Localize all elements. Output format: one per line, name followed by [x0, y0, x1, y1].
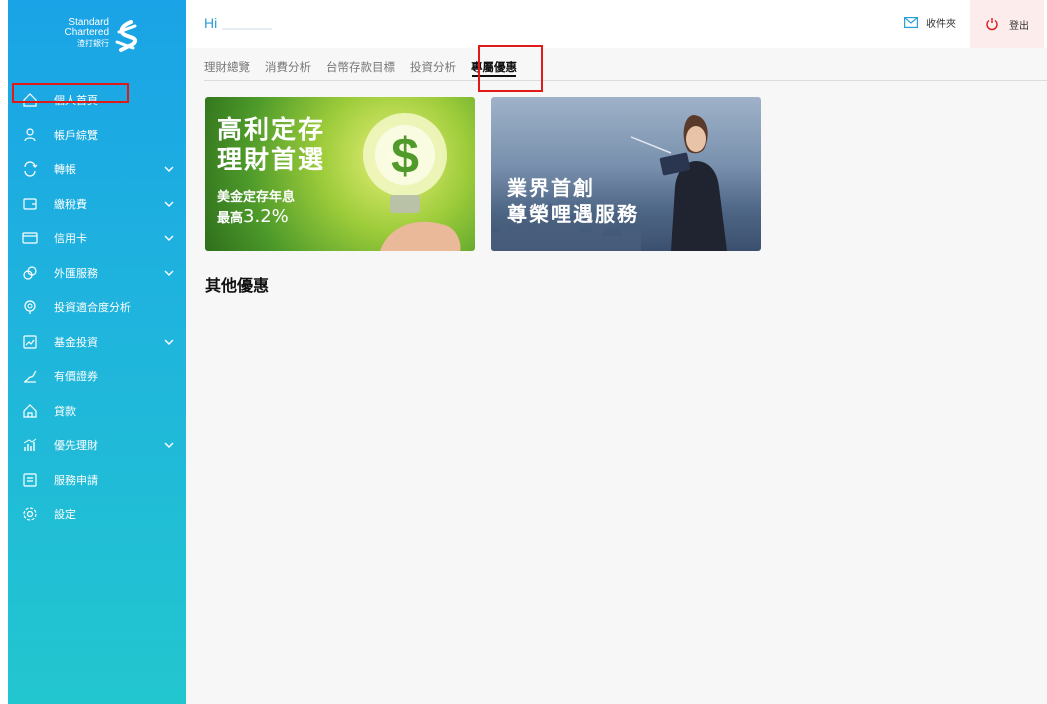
logout-button[interactable]: 登出 — [970, 0, 1044, 48]
transfer-icon — [24, 161, 38, 177]
mail-icon — [904, 17, 918, 28]
spokesperson-image — [631, 115, 727, 251]
sidebar-item-label: 帳戶綜覽 — [54, 128, 98, 142]
sidebar-item-credit-card[interactable]: 信用卡 — [8, 221, 186, 256]
banner1-title-line2: 理財首選 — [217, 145, 326, 174]
sidebar-item-label: 貸款 — [54, 404, 76, 418]
lightbulb-icon: $ — [363, 113, 461, 251]
fx-icon — [23, 265, 37, 280]
banner2-title-line2: 尊榮哩遇服務 — [507, 202, 639, 226]
sidebar-item-label: 有價證券 — [54, 370, 98, 384]
sidebar-item-bills[interactable]: 繳稅費 — [8, 187, 186, 222]
logo-line2: Chartered — [64, 27, 109, 38]
sidebar-item-label: 基金投資 — [54, 335, 98, 349]
logout-label: 登出 — [1009, 20, 1029, 32]
sidebar-item-accounts[interactable]: 帳戶綜覽 — [8, 118, 186, 153]
sidebar-nav: 個人首頁 帳戶綜覽 轉帳 繳稅費 信用卡 外匯服務 投資適合度分析 基金投資 有… — [8, 83, 186, 532]
fund-icon — [23, 334, 37, 349]
settings-icon — [23, 507, 37, 521]
sidebar-item-transfer[interactable]: 轉帳 — [8, 152, 186, 187]
sidebar-item-service[interactable]: 服務申請 — [8, 463, 186, 498]
banner1-rate-value: 3.2% — [243, 206, 289, 227]
service-icon — [23, 472, 37, 487]
greeting: Hi — [204, 15, 218, 31]
banner2-title-line1: 業界首創 — [507, 176, 595, 200]
chevron-down-icon[interactable] — [164, 338, 174, 346]
banner1-title: 高利定存 理財首選 — [217, 115, 325, 175]
other-offers-heading: 其他優惠 — [205, 276, 270, 295]
priority-icon — [23, 438, 37, 451]
sidebar-item-securities[interactable]: 有價證券 — [8, 359, 186, 394]
sidebar-item-priority[interactable]: 優先理財 — [8, 428, 186, 463]
offer-banner-time-deposit[interactable]: $ 高利定存 理財首選 美金定存年息 最高3.2% — [205, 97, 475, 251]
chevron-down-icon[interactable] — [164, 269, 174, 277]
sidebar-item-label: 設定 — [54, 508, 76, 522]
tabs-divider — [204, 80, 1047, 81]
power-icon — [986, 18, 998, 31]
loan-icon — [23, 403, 37, 418]
sidebar-item-fx[interactable]: 外匯服務 — [8, 256, 186, 291]
inbox-button[interactable]: 收件夾 — [904, 15, 956, 30]
sidebar-item-label: 服務申請 — [54, 473, 98, 487]
banner1-rate: 最高3.2% — [217, 207, 289, 229]
sidebar-item-label: 外匯服務 — [54, 266, 98, 280]
chevron-down-icon[interactable] — [164, 441, 174, 449]
sidebar-item-loans[interactable]: 貸款 — [8, 394, 186, 429]
bank-logo[interactable]: Standard Chartered 渣打銀行 — [53, 18, 153, 60]
home-highlight-box — [12, 83, 129, 103]
svg-text:$: $ — [391, 128, 419, 184]
sidebar-item-label: 轉帳 — [54, 163, 76, 177]
sidebar: Standard Chartered 渣打銀行 個人首頁 帳戶綜覽 轉帳 繳稅費… — [8, 0, 186, 704]
tab-investment[interactable]: 投資分析 — [410, 50, 456, 81]
bill-icon — [23, 197, 37, 210]
logo-line3: 渣打銀行 — [77, 39, 109, 48]
suitability-icon — [24, 300, 36, 314]
chevron-down-icon[interactable] — [164, 165, 174, 173]
chevron-down-icon[interactable] — [164, 234, 174, 242]
banner1-subtitle: 美金定存年息 — [217, 190, 296, 205]
offer-banner-mileage[interactable]: 業界首創 尊榮哩遇服務 — [491, 97, 761, 251]
user-name-placeholder — [222, 28, 272, 30]
logo-text: Standard Chartered 渣打銀行 — [53, 18, 109, 48]
tab-spending[interactable]: 消費分析 — [265, 50, 311, 81]
user-icon — [24, 127, 36, 141]
app-root: Standard Chartered 渣打銀行 個人首頁 帳戶綜覽 轉帳 繳稅費… — [0, 0, 1047, 704]
sidebar-item-label: 優先理財 — [54, 439, 98, 453]
tab-highlight-box — [478, 45, 543, 92]
sidebar-item-label: 繳稅費 — [54, 197, 87, 211]
tab-overview[interactable]: 理財總覽 — [204, 50, 250, 81]
sidebar-item-suitability[interactable]: 投資適合度分析 — [8, 290, 186, 325]
banner1-rate-prefix: 最高 — [217, 211, 244, 226]
sidebar-item-label: 信用卡 — [54, 232, 87, 246]
chevron-down-icon[interactable] — [164, 200, 174, 208]
sidebar-item-settings[interactable]: 設定 — [8, 497, 186, 532]
tab-deposit-goal[interactable]: 台幣存款目標 — [326, 50, 395, 81]
sidebar-item-funds[interactable]: 基金投資 — [8, 325, 186, 360]
sidebar-item-label: 投資適合度分析 — [54, 301, 131, 315]
banner2-title: 業界首創 尊榮哩遇服務 — [507, 175, 639, 227]
inbox-label: 收件夾 — [926, 19, 956, 30]
securities-icon — [24, 370, 37, 383]
banner1-title-line1: 高利定存 — [217, 115, 326, 144]
logo-mark-icon — [115, 20, 138, 52]
card-icon — [22, 232, 38, 244]
